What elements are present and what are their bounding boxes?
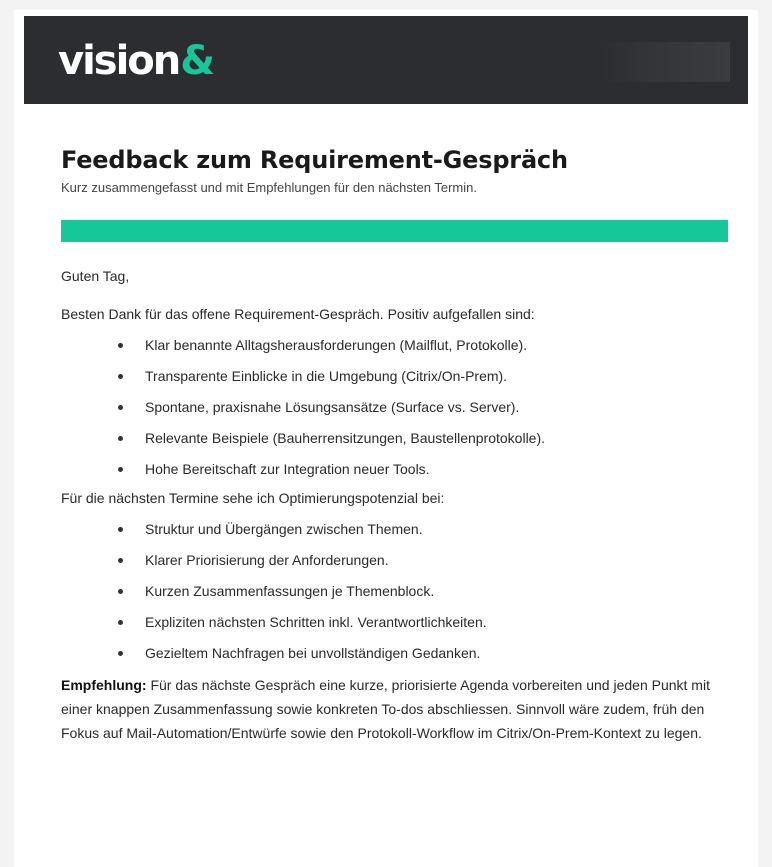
bullet-icon [118,589,123,594]
greeting-text: Guten Tag, [61,268,130,284]
brand-logo: vision& [58,38,215,84]
email-content: Feedback zum Requirement-Gespräch Kurz z… [61,146,741,745]
bullet-icon [118,343,123,348]
list-item-text: Transparente Einblicke in die Umgebung (… [145,368,508,384]
page-title: Feedback zum Requirement-Gespräch [61,146,568,174]
list-item: Expliziten nächsten Schritten inkl. Vera… [61,613,741,632]
list-item-text: Hohe Bereitschaft zur Integration neuer … [145,461,430,477]
bullet-icon [118,620,123,625]
accent-bar [61,220,728,242]
improvements-list: Struktur und Übergängen zwischen Themen.… [61,520,741,663]
bullet-icon [118,374,123,379]
bullet-icon [118,527,123,532]
list-item-text: Struktur und Übergängen zwischen Themen. [145,521,423,537]
header-banner: vision& [24,16,748,104]
list-item-text: Spontane, praxisnahe Lösungsansätze (Sur… [145,399,520,415]
intro-text: Besten Dank für das offene Requirement-G… [61,306,535,322]
list-item: Hohe Bereitschaft zur Integration neuer … [61,460,741,479]
list-item-text: Expliziten nächsten Schritten inkl. Vera… [145,614,487,630]
list-item: Spontane, praxisnahe Lösungsansätze (Sur… [61,398,741,417]
list-item: Klar benannte Alltagsherausforderungen (… [61,336,741,355]
recommendation-label: Empfehlung: [61,677,147,693]
recommendation-text: Empfehlung: Für das nächste Gespräch ein… [61,673,741,745]
positives-list: Klar benannte Alltagsherausforderungen (… [61,336,741,479]
list-item-text: Gezieltem Nachfragen bei unvollständigen… [145,645,481,661]
page-subtitle: Kurz zusammengefasst und mit Empfehlunge… [61,180,477,195]
list-item-text: Klar benannte Alltagsherausforderungen (… [145,337,528,353]
message-body: Guten Tag, Besten Dank für das offene Re… [61,267,741,745]
list-item-text: Klarer Priorisierung der Anforderungen. [145,552,389,568]
list-item: Struktur und Übergängen zwischen Themen. [61,520,741,539]
bullet-icon [118,467,123,472]
bullet-icon [118,436,123,441]
list-item: Klarer Priorisierung der Anforderungen. [61,551,741,570]
bullet-icon [118,558,123,563]
list-item: Kurzen Zusammenfassungen je Themenblock. [61,582,741,601]
list-item-text: Kurzen Zusammenfassungen je Themenblock. [145,583,435,599]
list-item: Gezieltem Nachfragen bei unvollständigen… [61,644,741,663]
logo-text: vision [58,38,181,84]
bullet-icon [118,651,123,656]
logo-ampersand: & [180,38,215,84]
list-item: Transparente Einblicke in die Umgebung (… [61,367,741,386]
recommendation-body: Für das nächste Gespräch eine kurze, pri… [61,677,710,741]
list-item: Relevante Beispiele (Bauherrensitzungen,… [61,429,741,448]
list-item-text: Relevante Beispiele (Bauherrensitzungen,… [145,430,546,446]
bullet-icon [118,405,123,410]
improvements-intro: Für die nächsten Termine sehe ich Optimi… [61,490,445,506]
banner-decoration [600,42,730,82]
